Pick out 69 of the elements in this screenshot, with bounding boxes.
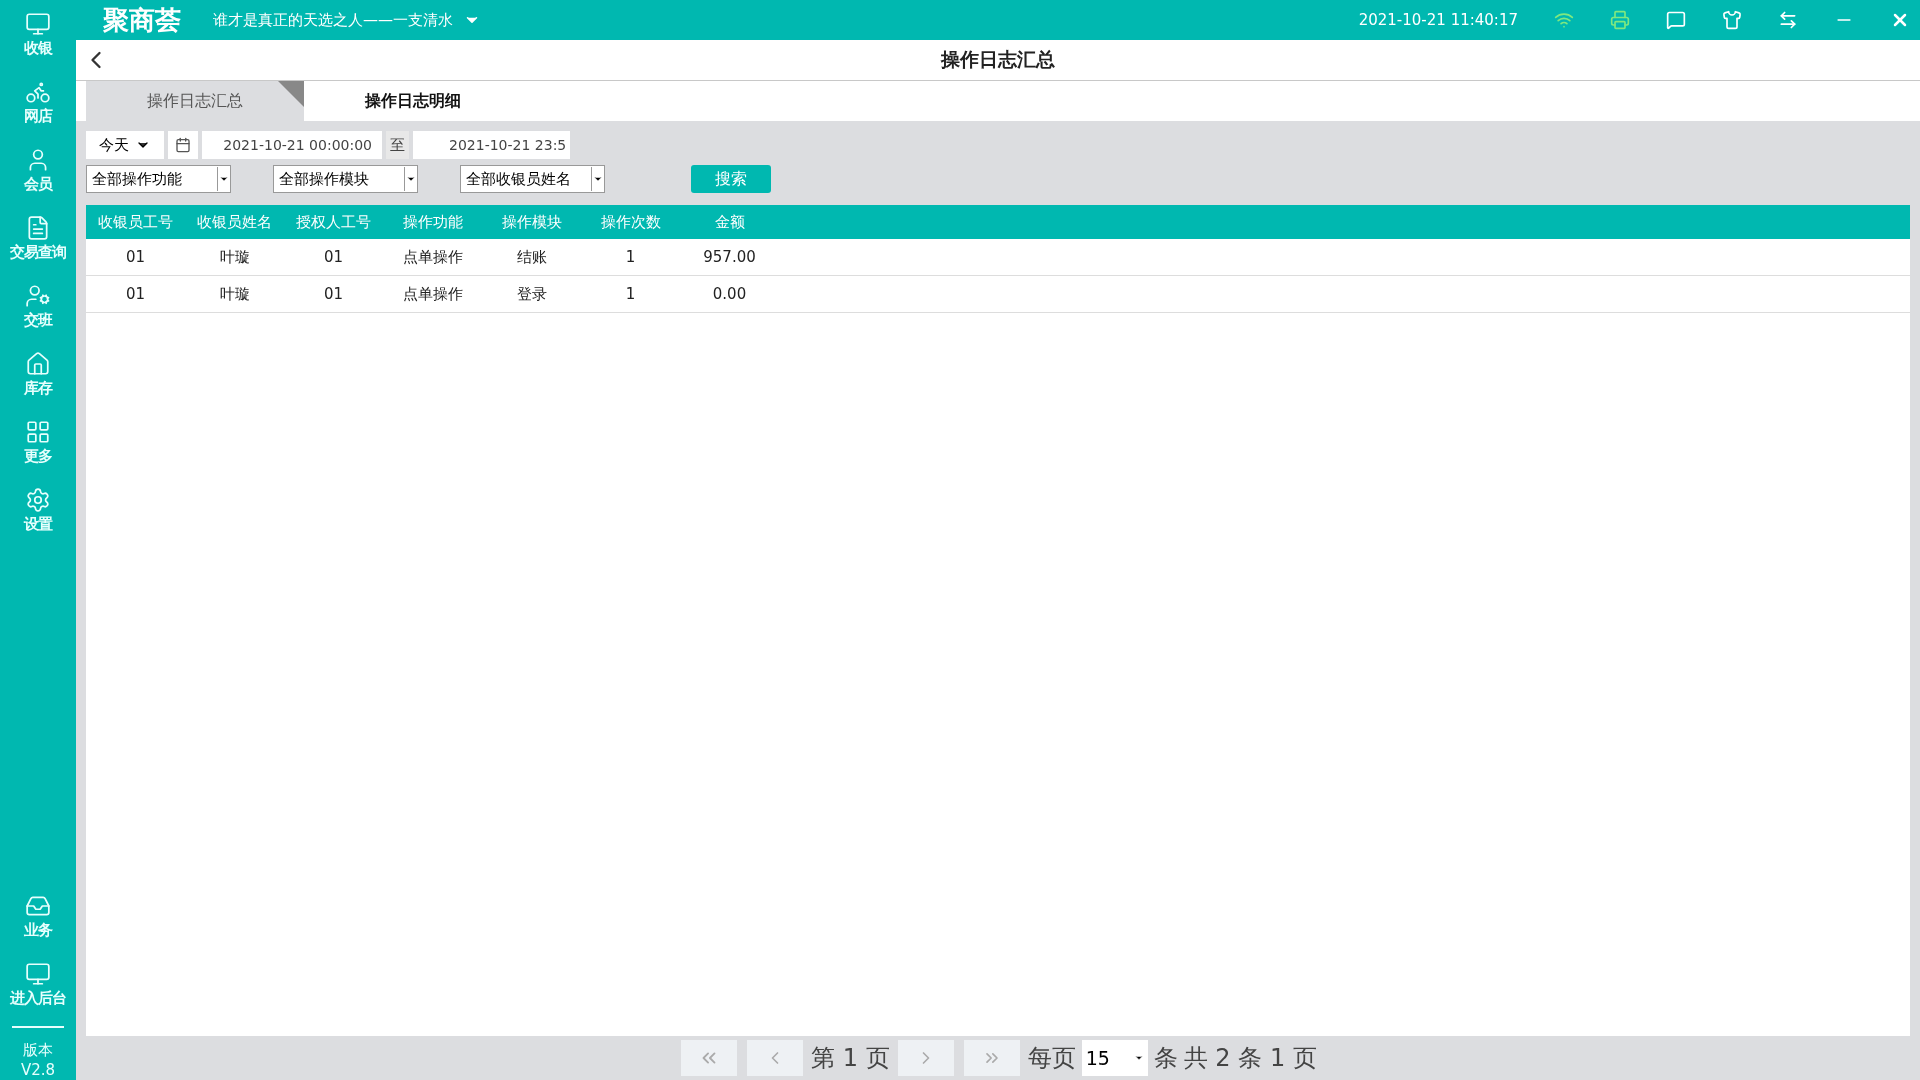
column-header: 授权人工号 xyxy=(284,205,383,239)
table-cell: 登录 xyxy=(482,275,581,313)
app-logo: 聚商荟 xyxy=(103,3,181,37)
caret-icon xyxy=(1133,1053,1144,1063)
table-cell: 01 xyxy=(284,275,383,313)
column-header: 金额 xyxy=(680,205,779,239)
document-icon xyxy=(25,214,51,241)
to-label: 至 xyxy=(386,131,409,159)
calendar-icon[interactable] xyxy=(168,131,198,159)
page-number: 第 1 页 xyxy=(811,1043,890,1074)
sidebar-item[interactable]: 会员 xyxy=(24,174,52,194)
end-date-field[interactable]: 2021-10-21 23:5 xyxy=(413,131,571,159)
table-cell: 结账 xyxy=(482,239,581,276)
sidebar-item[interactable]: 业务 xyxy=(24,920,52,940)
per-page-dropdown[interactable]: 15 xyxy=(1081,1040,1148,1076)
table-cell: 01 xyxy=(284,239,383,276)
table-cell: 点单操作 xyxy=(383,275,482,313)
settings-icon xyxy=(25,486,51,513)
table-cell: 叶璇 xyxy=(185,239,284,276)
table-cell: 1 xyxy=(581,275,680,313)
signal-icon[interactable] xyxy=(1554,10,1574,30)
column-header: 操作模块 xyxy=(482,205,581,239)
table-cell: 叶璇 xyxy=(185,275,284,313)
filter-dropdown[interactable]: 全部操作功能 xyxy=(86,165,231,193)
column-header: 操作功能 xyxy=(383,205,482,239)
sidebar-item[interactable]: 网店 xyxy=(24,106,52,126)
caret-icon xyxy=(593,174,603,184)
column-header: 收银员工号 xyxy=(86,205,185,239)
period-dropdown[interactable]: 今天 xyxy=(86,131,164,159)
sidebar-item[interactable]: 收银 xyxy=(24,38,52,58)
house-icon xyxy=(25,350,51,377)
monitor-icon xyxy=(25,10,51,37)
caret-icon xyxy=(406,174,416,184)
total-count: 共 2 条 1 页 xyxy=(1183,1043,1317,1074)
clock: 2021-10-21 11:40:17 xyxy=(1358,11,1518,29)
page-title: 操作日志汇总 xyxy=(941,47,1055,72)
version-label: 版本 V2.8 xyxy=(20,1040,56,1080)
first-page-button[interactable] xyxy=(681,1040,738,1076)
sidebar-item[interactable]: 进入后台 xyxy=(10,988,66,1008)
swap-icon[interactable] xyxy=(1778,10,1798,30)
grid-icon xyxy=(25,418,51,445)
start-date-field[interactable]: 2021-10-21 00:00:00 xyxy=(202,131,382,159)
filter-dropdown[interactable]: 全部操作模块 xyxy=(273,165,418,193)
printer-icon[interactable] xyxy=(1610,10,1630,30)
sidebar-item[interactable]: 设置 xyxy=(24,514,52,534)
table-cell: 1 xyxy=(581,239,680,276)
table-cell: 0.00 xyxy=(680,275,779,313)
table-cell: 点单操作 xyxy=(383,239,482,276)
table-cell: 01 xyxy=(86,239,185,276)
message-icon[interactable] xyxy=(1666,10,1686,30)
per-page-label: 每页 xyxy=(1027,1043,1076,1074)
shirt-icon[interactable] xyxy=(1722,10,1742,30)
caret-icon xyxy=(219,174,229,184)
per-page-unit: 条 xyxy=(1153,1043,1178,1074)
monitor-icon xyxy=(25,960,51,987)
user-gear-icon xyxy=(25,282,51,309)
sidebar-item[interactable]: 交易查询 xyxy=(10,242,66,262)
sidebar-item[interactable]: 交班 xyxy=(24,310,52,330)
column-header: 操作次数 xyxy=(581,205,680,239)
sidebar-item[interactable]: 更多 xyxy=(24,446,52,466)
filter-dropdown[interactable]: 全部收银员姓名 xyxy=(460,165,605,193)
search-button[interactable]: 搜索 xyxy=(691,165,771,193)
tab[interactable]: 操作日志汇总 xyxy=(86,81,304,121)
sidebar-item[interactable]: 库存 xyxy=(24,378,52,398)
table-cell: 957.00 xyxy=(680,239,779,276)
last-page-button[interactable] xyxy=(963,1040,1020,1076)
store-name[interactable]: 谁才是真正的天选之人——一支清水 xyxy=(213,10,453,30)
table-cell: 01 xyxy=(86,275,185,313)
column-header: 收银员姓名 xyxy=(185,205,284,239)
